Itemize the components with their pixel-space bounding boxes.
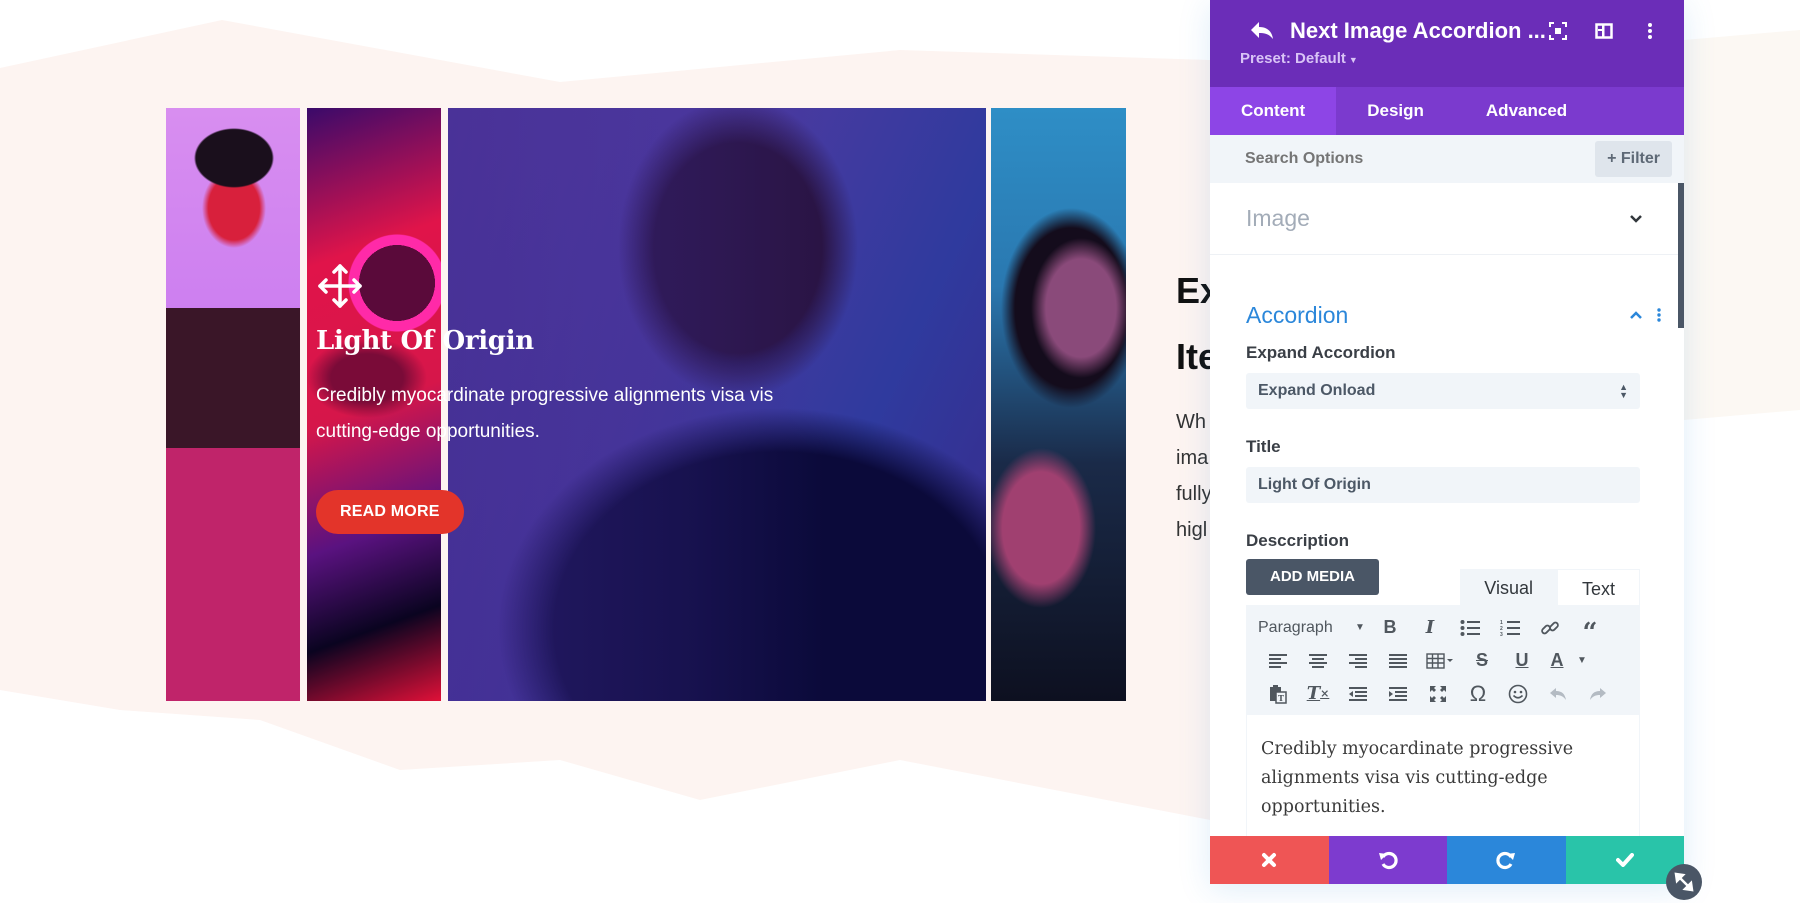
- tab-content[interactable]: Content: [1210, 87, 1337, 135]
- search-row: + Filter: [1210, 135, 1684, 183]
- tab-advanced[interactable]: Advanced: [1455, 87, 1598, 135]
- svg-text:3: 3: [1500, 632, 1503, 637]
- close-icon: [1262, 853, 1277, 867]
- outdent-icon[interactable]: [1338, 679, 1378, 709]
- split-view-icon[interactable]: [1592, 19, 1616, 43]
- accordion-panel-1[interactable]: [166, 108, 300, 701]
- editor-undo-icon[interactable]: [1538, 679, 1578, 709]
- expand-accordion-select[interactable]: Expand Onload ▲ ▼: [1246, 373, 1640, 409]
- undo-button[interactable]: [1328, 836, 1447, 884]
- align-center-icon[interactable]: [1298, 646, 1338, 676]
- modal-footer: [1210, 836, 1684, 884]
- filter-label: Filter: [1620, 150, 1660, 167]
- bold-icon[interactable]: B: [1370, 613, 1410, 643]
- active-panel-content: Light Of Origin Credibly myocardinate pr…: [316, 262, 786, 534]
- section-accordion-toggle[interactable]: Accordion: [1210, 255, 1684, 351]
- justify-icon[interactable]: [1378, 646, 1418, 676]
- preset-label: Preset: Default: [1240, 50, 1346, 67]
- modal-title: Next Image Accordion ...: [1290, 18, 1546, 43]
- editor-mode-tabs: Visual Text: [1460, 569, 1640, 605]
- cancel-button[interactable]: [1210, 836, 1329, 884]
- description-editor-body[interactable]: Credibly myocardinate progressive alignm…: [1246, 714, 1640, 838]
- check-icon: [1615, 853, 1634, 867]
- section-options-icon[interactable]: [1656, 307, 1662, 323]
- underline-icon[interactable]: U: [1502, 646, 1542, 676]
- read-more-button[interactable]: READ MORE: [316, 490, 464, 534]
- panel-title: Light Of Origin: [316, 326, 534, 356]
- move-arrows-icon: [318, 264, 362, 308]
- description-label: Desccription: [1246, 531, 1349, 550]
- format-select[interactable]: Paragraph: [1258, 613, 1350, 643]
- page-canvas: Light Of Origin Credibly myocardinate pr…: [0, 0, 1800, 903]
- table-icon[interactable]: [1418, 646, 1462, 676]
- expand-accordion-value: Expand Onload: [1258, 382, 1376, 399]
- redo-icon: [1496, 851, 1516, 870]
- resize-diagonal-icon: [1674, 872, 1694, 892]
- redo-button[interactable]: [1447, 836, 1566, 884]
- text-color-icon[interactable]: A: [1542, 646, 1572, 676]
- preset-selector[interactable]: Preset: Default ▼: [1240, 50, 1684, 67]
- resize-handle[interactable]: [1666, 864, 1702, 900]
- add-media-button[interactable]: ADD MEDIA: [1246, 559, 1379, 595]
- title-input[interactable]: Light Of Origin: [1246, 467, 1640, 503]
- accordion-panel-4[interactable]: [991, 108, 1126, 701]
- filter-button[interactable]: + Filter: [1595, 141, 1672, 177]
- back-arrow-icon[interactable]: [1248, 19, 1276, 43]
- modal-header: Next Image Accordion ... Preset: Default…: [1210, 0, 1684, 87]
- section-image-toggle[interactable]: Image: [1210, 183, 1684, 255]
- strikethrough-icon[interactable]: S: [1462, 646, 1502, 676]
- special-character-icon[interactable]: Ω: [1458, 679, 1498, 709]
- align-right-icon[interactable]: [1338, 646, 1378, 676]
- chevron-down-icon: [1630, 214, 1642, 223]
- paste-as-text-icon[interactable]: T: [1258, 679, 1298, 709]
- section-title-image: Image: [1246, 205, 1310, 231]
- module-settings-modal: Next Image Accordion ... Preset: Default…: [1210, 0, 1684, 884]
- italic-icon[interactable]: I: [1410, 613, 1450, 643]
- clear-formatting-icon[interactable]: T ×: [1298, 679, 1338, 709]
- select-arrows-icon: ▲ ▼: [1619, 382, 1628, 400]
- section-title-accordion: Accordion: [1246, 301, 1349, 328]
- indent-icon[interactable]: [1378, 679, 1418, 709]
- numbered-list-icon[interactable]: 123: [1490, 613, 1530, 643]
- chevron-up-icon: [1630, 311, 1642, 319]
- plus-icon: +: [1607, 150, 1621, 167]
- align-left-icon[interactable]: [1258, 646, 1298, 676]
- tab-design[interactable]: Design: [1336, 87, 1455, 135]
- focus-mode-icon[interactable]: [1546, 19, 1570, 43]
- editor-tools: ADD MEDIA Visual Text: [1246, 559, 1640, 605]
- bullet-list-icon[interactable]: [1450, 613, 1490, 643]
- editor-tab-text[interactable]: Text: [1556, 569, 1640, 605]
- field-description: Desccription ADD MEDIA Visual Text Parag…: [1210, 531, 1684, 838]
- more-options-icon[interactable]: [1638, 19, 1662, 43]
- undo-icon: [1378, 851, 1398, 870]
- field-title: Title Light Of Origin: [1210, 437, 1684, 503]
- editor-toolbar: Paragraph ▼ B I 123 “ S U A ▼ T T × Ω: [1246, 605, 1640, 714]
- title-label: Title: [1246, 437, 1281, 456]
- field-expand-accordion: Expand Accordion Expand Onload ▲ ▼: [1210, 343, 1684, 409]
- blockquote-icon[interactable]: “: [1570, 613, 1610, 648]
- format-dropdown-caret-icon[interactable]: ▼: [1350, 613, 1370, 643]
- caret-down-icon: ▼: [1348, 55, 1358, 65]
- editor-redo-icon[interactable]: [1578, 679, 1618, 709]
- expand-accordion-label: Expand Accordion: [1246, 343, 1396, 362]
- tab-content-panel: + Filter Image Accordion Expand Accordio…: [1210, 135, 1684, 838]
- editor-tab-visual[interactable]: Visual: [1460, 569, 1557, 605]
- link-icon[interactable]: [1530, 613, 1570, 643]
- text-color-caret-icon[interactable]: ▼: [1572, 646, 1592, 676]
- panel-description: Credibly myocardinate progressive alignm…: [316, 385, 774, 442]
- modal-tabs: Content Design Advanced: [1210, 87, 1684, 135]
- svg-text:T: T: [1278, 693, 1284, 703]
- fullscreen-icon[interactable]: [1418, 679, 1458, 709]
- emoji-icon[interactable]: [1498, 679, 1538, 709]
